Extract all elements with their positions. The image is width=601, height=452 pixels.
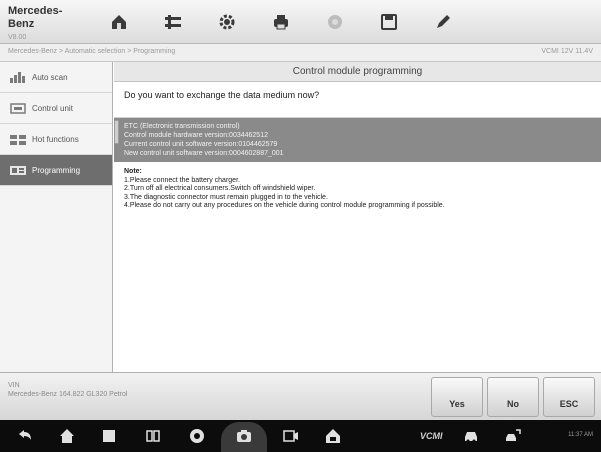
edit-button[interactable]: [416, 0, 470, 44]
info-line: Control module hardware version:00344625…: [124, 132, 268, 139]
help-button[interactable]: [308, 0, 362, 44]
screen-record-button[interactable]: [282, 427, 300, 445]
home-icon: [60, 429, 74, 443]
print-button[interactable]: [254, 0, 308, 44]
info-line: Current control unit software version:01…: [124, 141, 278, 148]
info-line: New control unit software version:000460…: [124, 150, 284, 157]
home-nav-button[interactable]: [58, 427, 76, 445]
sidebar-item-auto-scan[interactable]: Auto scan: [0, 62, 112, 93]
sidebar-item-label: Control unit: [32, 103, 73, 113]
no-button[interactable]: No: [487, 377, 539, 417]
brand-name: Mercedes-Benz: [8, 5, 63, 30]
sidebar: Auto scan Control unit Hot functions Pro…: [0, 62, 113, 372]
sidebar-item-hot-functions[interactable]: Hot functions: [0, 124, 112, 155]
info-line: ETC (Electronic transmission control): [124, 123, 240, 130]
print-icon: [274, 15, 288, 30]
notes-section: Note: 1.Please connect the battery charg…: [114, 162, 601, 211]
recent-apps-button[interactable]: [100, 427, 118, 445]
camera-button[interactable]: [235, 427, 253, 445]
vin-value: Mercedes-Benz 164.822 GL320 Petrol: [8, 391, 128, 398]
note-line: 2.Turn off all electrical consumers.Swit…: [124, 185, 316, 193]
sidebar-item-label: Auto scan: [32, 72, 68, 82]
car-network-icon: [506, 429, 521, 441]
main-panel: Control module programming Do you want t…: [114, 62, 601, 372]
vcmi-status: VCMI 12V 11.4V: [541, 48, 593, 55]
vcmi-button[interactable]: VCMI: [420, 431, 443, 441]
bottom-bar: VIN Mercedes-Benz 164.822 GL320 Petrol Y…: [0, 372, 601, 420]
car-network-button[interactable]: [504, 427, 522, 445]
esc-button[interactable]: ESC: [543, 377, 595, 417]
camera-icon: [237, 430, 251, 442]
note-line: 4.Please do not carry out any procedures…: [124, 202, 445, 210]
vehicle-info: VIN Mercedes-Benz 164.822 GL320 Petrol: [8, 381, 127, 399]
window-icon: [146, 430, 160, 442]
back-button[interactable]: [16, 427, 34, 445]
hot-functions-icon: [10, 134, 26, 145]
system-nav-bar: VCMI 11:37 AM: [0, 420, 601, 452]
breadcrumb: Mercedes-Benz > Automatic selection > Pr…: [8, 48, 176, 55]
sidebar-item-programming[interactable]: Programming: [0, 155, 112, 186]
yes-button[interactable]: Yes: [431, 377, 483, 417]
edit-icon: [437, 15, 450, 28]
vin-label: VIN: [8, 382, 20, 389]
home-button[interactable]: [92, 0, 146, 44]
system-tray: 11:37 AM: [568, 432, 593, 438]
brand-version: V8.00: [8, 34, 27, 41]
recent-apps-icon: [103, 430, 115, 442]
settings-button[interactable]: [200, 0, 254, 44]
module-info-box: ETC (Electronic transmission control) Co…: [114, 118, 601, 162]
notes-title: Note:: [124, 168, 142, 175]
screen-record-icon: [283, 430, 298, 442]
sidebar-item-label: Programming: [32, 165, 81, 175]
car-home-icon: [326, 429, 340, 443]
programming-icon: [10, 165, 26, 175]
vehicle-swap-button[interactable]: [146, 0, 200, 44]
car-icon: [465, 432, 477, 443]
sidebar-item-label: Hot functions: [32, 134, 79, 144]
car-button[interactable]: [462, 427, 480, 445]
home-icon: [112, 15, 126, 29]
breadcrumb-bar: Mercedes-Benz > Automatic selection > Pr…: [0, 44, 601, 62]
control-unit-icon: [10, 102, 26, 114]
window-button[interactable]: [144, 427, 162, 445]
browser-icon: [190, 429, 204, 443]
brand: Mercedes-Benz V8.00: [8, 5, 88, 43]
note-line: 3.The diagnostic connector must remain p…: [124, 193, 328, 201]
page-title: Control module programming: [114, 62, 601, 82]
car-home-button[interactable]: [324, 427, 342, 445]
save-button[interactable]: [362, 0, 416, 44]
top-toolbar: Mercedes-Benz V8.00: [0, 0, 601, 44]
back-icon: [19, 430, 31, 440]
note-line: 1.Please connect the battery charger.: [124, 176, 240, 184]
question-text: Do you want to exchange the data medium …: [114, 82, 601, 118]
browser-button[interactable]: [188, 427, 206, 445]
save-icon: [381, 14, 397, 30]
auto-scan-icon: [10, 71, 25, 83]
help-icon: [328, 15, 342, 29]
sidebar-item-control-unit[interactable]: Control unit: [0, 93, 112, 124]
panel-resize-handle[interactable]: [114, 120, 119, 144]
settings-icon: [219, 14, 235, 30]
vehicle-swap-icon: [165, 15, 181, 29]
